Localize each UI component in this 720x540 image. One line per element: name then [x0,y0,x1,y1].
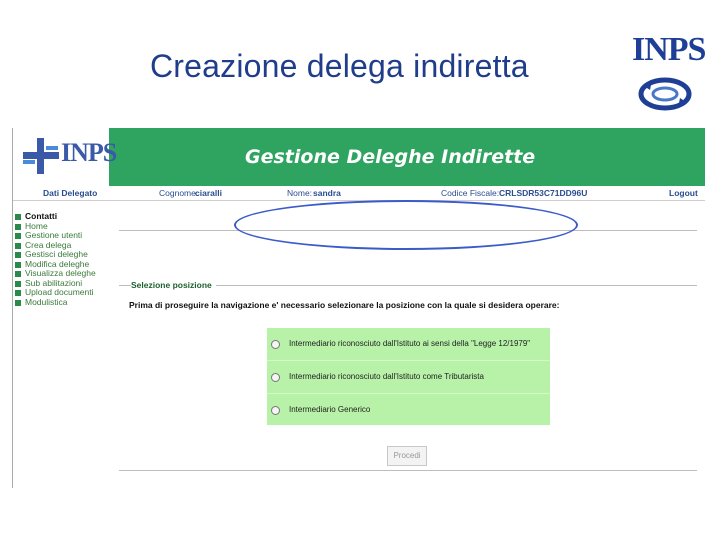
highlight-ellipse [234,200,578,250]
sidebar-item-label: Modulistica [25,296,68,307]
sidebar-item-label: Home [25,220,48,231]
proceed-button[interactable]: Procedi [387,446,427,466]
radio-button[interactable] [271,340,280,349]
sidebar-item-label: Contatti [25,211,58,221]
logout-link[interactable]: Logout [669,188,698,198]
sidebar-item-label: Upload documenti [25,287,94,297]
option-label: Intermediario riconosciuto dall'Istituto… [289,372,484,381]
sidebar-menu: Contatti Home Gestione utenti Crea deleg… [13,211,113,308]
cognome-label: Cognome: [159,188,199,198]
bullet-icon [15,233,21,239]
codice-fiscale-value: CRLSDR53C71DD96U [499,188,588,198]
position-options: Intermediario riconosciuto dall'Istituto… [267,328,550,425]
sidebar-item-label: Gestione utenti [25,230,83,240]
option-generico[interactable]: Intermediario Generico [267,394,550,426]
option-label: Intermediario Generico [289,405,371,414]
radio-button[interactable] [271,373,280,382]
selection-prompt: Prima di proseguire la navigazione e' ne… [129,300,560,310]
bullet-icon [15,271,21,277]
user-info-bar: Dati Delegato Cognome: ciaralli Nome: sa… [13,186,705,201]
header-logo[interactable]: INPS [13,128,117,186]
bullet-icon [15,223,21,230]
dati-delegato-label: Dati Delegato [43,188,98,198]
section-label: Selezione posizione [131,280,216,290]
sidebar-item-label: Sub abilitazioni [25,277,83,288]
sidebar-item-modulistica[interactable]: Modulistica [13,296,113,308]
bullet-icon [15,280,21,287]
nome-label: Nome: [287,188,313,198]
sidebar-item-label: Modifica deleghe [25,258,90,269]
inps-swirl-icon [638,77,692,111]
radio-button[interactable] [271,406,280,415]
slide-title: Creazione delega indiretta [150,48,529,84]
nome-value: sandra [313,188,341,198]
option-tributarista[interactable]: Intermediario riconosciuto dall'Istituto… [267,361,550,394]
bullet-icon [15,261,21,268]
option-legge-12-1979[interactable]: Intermediario riconosciuto dall'Istituto… [267,328,550,361]
bullet-icon [15,242,21,249]
bullet-icon [15,299,21,306]
option-label: Intermediario riconosciuto dall'Istituto… [289,339,531,348]
app-header: INPS Gestione Deleghe Indirette [13,128,705,186]
app-title: Gestione Deleghe Indirette [245,146,536,168]
bullet-icon [15,290,21,296]
bullet-icon [15,252,21,258]
cognome-value: ciaralli [195,188,222,198]
sidebar-item-label: Crea delega [25,239,72,250]
header-logo-text: INPS [61,138,117,167]
inps-cross-icon [23,138,59,174]
app-frame: INPS Gestione Deleghe Indirette Dati Del… [12,128,705,488]
bullet-icon [15,214,21,220]
inps-logo-text: INPS [632,31,706,68]
inps-corner-logo: INPS [632,30,706,116]
sidebar-item-label: Visualizza deleghe [25,268,96,278]
sidebar-item-label: Gestisci deleghe [25,249,88,259]
codice-fiscale-label: Codice Fiscale: [441,188,500,198]
bottom-divider [119,470,697,471]
